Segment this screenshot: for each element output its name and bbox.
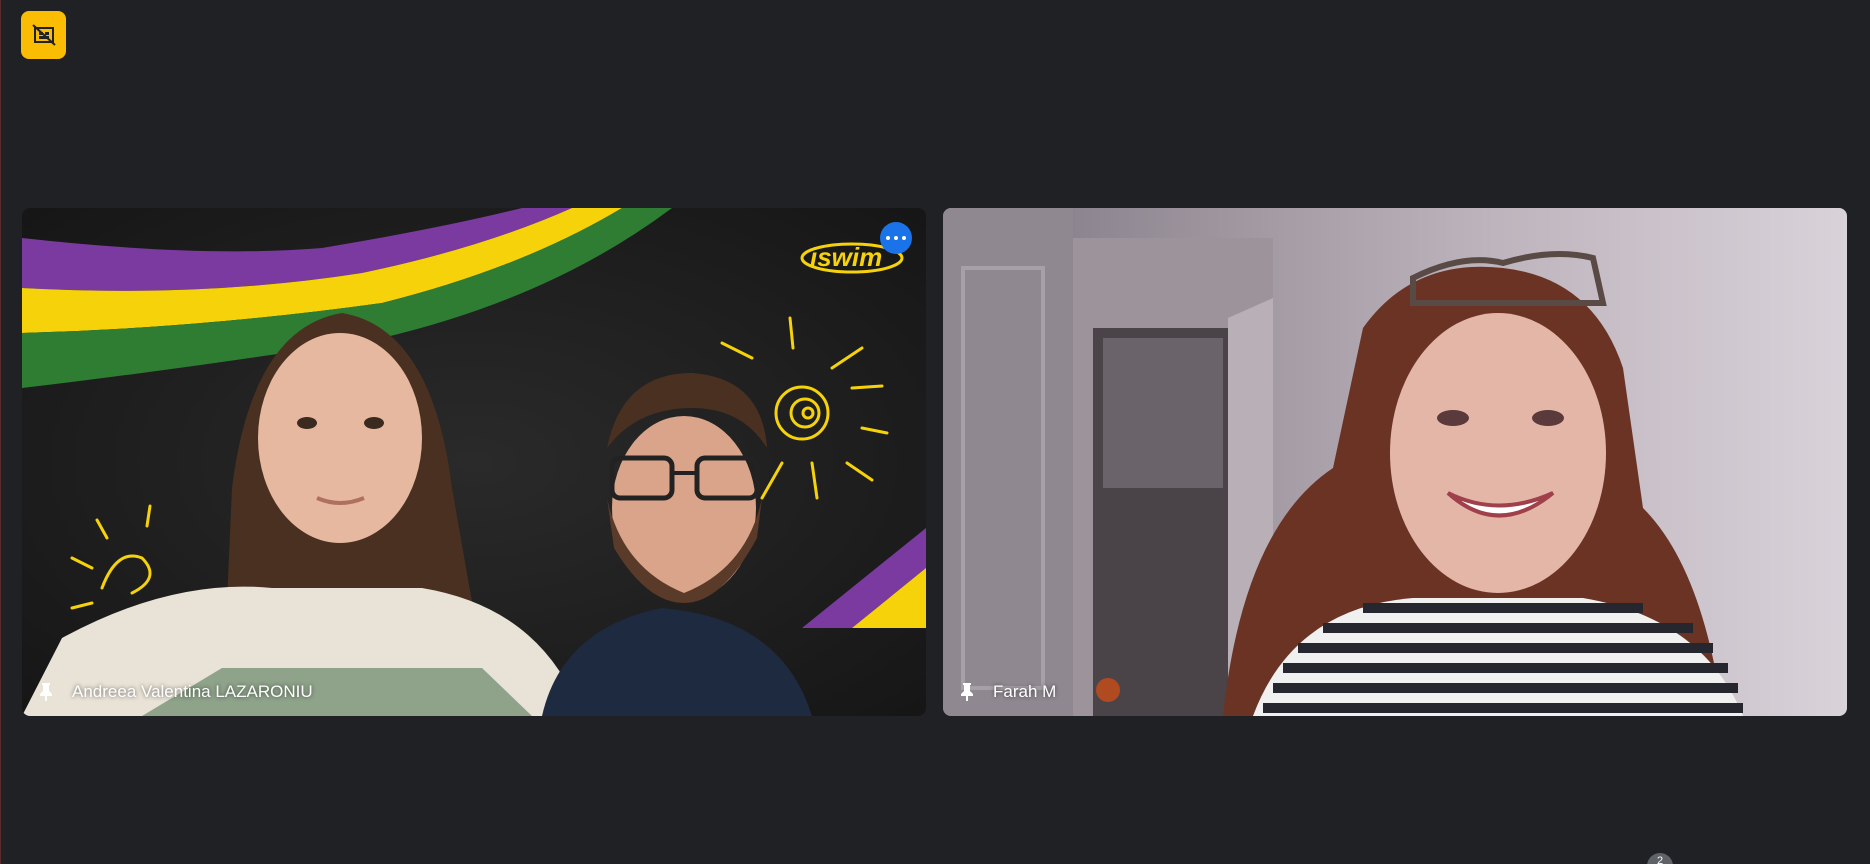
pin-icon[interactable] — [38, 682, 54, 702]
window-edge — [0, 0, 1, 864]
more-options-button[interactable] — [880, 222, 912, 254]
meeting-stage: iswim Andreea Valentina LAZARONIU Farah … — [0, 0, 1870, 864]
no-video-icon — [31, 24, 56, 46]
participant-name: Farah M — [993, 682, 1057, 701]
participant-tile-andreea[interactable]: iswim Andreea Valentina LAZARONIU — [22, 208, 926, 716]
participant-name: Andreea Valentina LAZARONIU — [72, 682, 313, 701]
pin-icon[interactable] — [959, 682, 975, 702]
participant-video: iswim — [22, 208, 926, 716]
presentation-status-badge[interactable] — [21, 11, 66, 59]
more-options-icon — [886, 236, 890, 240]
participant-name-bar: Andreea Valentina LAZARONIU — [38, 682, 313, 702]
participant-video — [943, 208, 1847, 716]
participant-count-badge[interactable]: 2 — [1647, 853, 1673, 864]
participant-tile-farah[interactable]: Farah M — [943, 208, 1847, 716]
background-logo-text: iswim — [810, 242, 882, 272]
participant-name-bar: Farah M — [959, 682, 1056, 702]
